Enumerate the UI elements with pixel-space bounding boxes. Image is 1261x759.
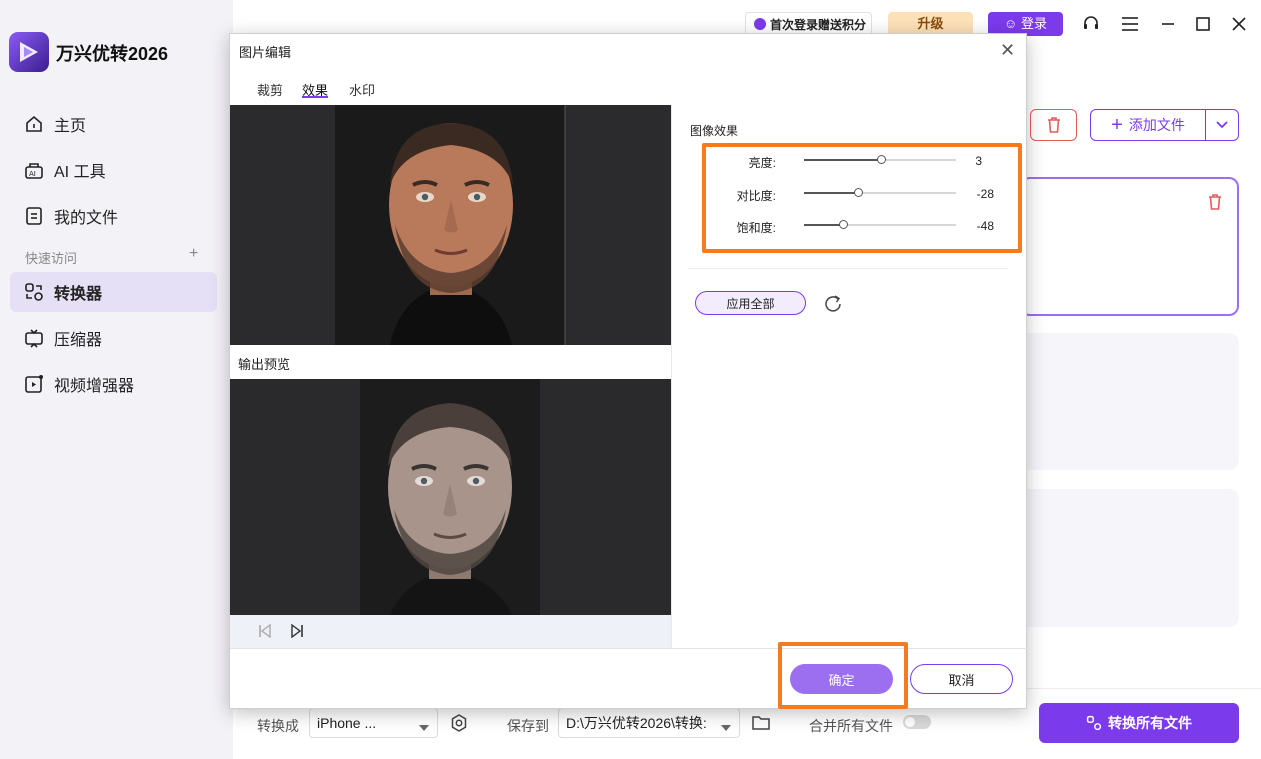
caret-down-icon xyxy=(419,718,429,734)
sidebar-item-label: 视频增强器 xyxy=(54,378,135,395)
highlight-sliders-box xyxy=(702,143,1022,253)
sidebar-item-my-files[interactable]: 我的文件 xyxy=(10,196,217,236)
divider xyxy=(688,268,1008,269)
close-icon[interactable]: ✕ xyxy=(1000,40,1015,61)
user-icon: ☺ xyxy=(1004,16,1018,31)
sidebar-item-label: 主页 xyxy=(54,118,87,135)
file-card[interactable] xyxy=(1020,333,1239,470)
add-file-label: 添加文件 xyxy=(1128,117,1185,133)
output-format-select[interactable]: iPhone ... xyxy=(309,708,438,738)
reset-icon[interactable] xyxy=(823,293,843,313)
delete-all-button[interactable] xyxy=(1030,109,1077,141)
save-path-value: D:\万兴优转2026\转换: xyxy=(566,715,707,731)
sidebar-item-label: AI 工具 xyxy=(54,164,106,181)
add-file-button[interactable]: + 添加文件 xyxy=(1090,109,1239,141)
chevron-down-icon[interactable] xyxy=(1206,110,1238,140)
image-effects-title: 图像效果 xyxy=(690,124,739,138)
preview-nav-bar xyxy=(230,615,671,648)
close-window-icon[interactable] xyxy=(1228,13,1250,35)
dialog-title: 图片编辑 xyxy=(239,45,292,60)
convert-to-label: 转换成 xyxy=(257,718,299,734)
folder-icon[interactable] xyxy=(752,714,770,733)
minimize-icon[interactable] xyxy=(1157,13,1179,35)
svg-text:AI: AI xyxy=(29,170,36,178)
promo-icon xyxy=(754,18,766,30)
promo-label: 首次登录赠送积分 xyxy=(770,17,867,32)
next-icon[interactable] xyxy=(290,623,304,641)
merge-files-label: 合并所有文件 xyxy=(809,718,893,734)
app-title: 万兴优转2026 xyxy=(56,44,169,64)
convert-all-button[interactable]: 转换所有文件 xyxy=(1039,703,1239,743)
login-label: 登录 xyxy=(1020,16,1047,31)
save-path-select[interactable]: D:\万兴优转2026\转换: xyxy=(558,708,740,738)
settings-gear-icon[interactable] xyxy=(450,714,468,735)
maximize-icon[interactable] xyxy=(1192,13,1214,35)
apply-all-button[interactable]: 应用全部 xyxy=(695,291,806,315)
plus-icon: + xyxy=(1111,113,1123,136)
caret-down-icon xyxy=(717,718,731,734)
converter-icon xyxy=(23,281,45,303)
output-preview-label: 输出预览 xyxy=(238,357,291,372)
output-preview-image xyxy=(230,379,671,615)
save-to-label: 保存到 xyxy=(507,718,549,734)
trash-icon xyxy=(1047,117,1060,133)
sidebar-item-compressor[interactable]: 压缩器 xyxy=(10,318,217,358)
sidebar-item-label: 我的文件 xyxy=(54,210,119,227)
cancel-button[interactable]: 取消 xyxy=(910,664,1013,694)
tab-watermark[interactable]: 水印 xyxy=(349,80,375,99)
tab-crop[interactable]: 裁剪 xyxy=(257,80,283,99)
quick-access-label: 快速访问 xyxy=(25,251,78,266)
support-headset-icon[interactable] xyxy=(1080,13,1102,35)
convert-all-label: 转换所有文件 xyxy=(1108,715,1192,731)
file-card-selected[interactable] xyxy=(1020,177,1239,316)
sidebar-item-ai-tools[interactable]: AI AI 工具 xyxy=(10,150,217,190)
ai-tools-icon: AI xyxy=(23,159,45,181)
sidebar-item-video-enhancer[interactable]: 视频增强器 xyxy=(10,364,217,404)
home-icon xyxy=(23,113,45,135)
previous-icon[interactable] xyxy=(258,623,272,641)
trash-icon[interactable] xyxy=(1207,193,1223,214)
file-card[interactable] xyxy=(1020,489,1239,627)
image-edit-dialog: 图片编辑 ✕ 裁剪 效果 水印 输出预览 图像效果 亮度: 3 对比度: -28… xyxy=(229,33,1027,709)
sidebar-item-label: 转换器 xyxy=(54,286,103,303)
output-format-value: iPhone ... xyxy=(317,715,377,731)
add-quick-access-icon[interactable]: + xyxy=(189,245,198,263)
highlight-ok-box xyxy=(778,642,908,709)
merge-files-toggle[interactable] xyxy=(903,715,931,729)
sidebar-item-label: 压缩器 xyxy=(54,332,103,349)
my-files-icon xyxy=(23,205,45,227)
sidebar: 万兴优转2026 主页 AI AI 工具 我的文件 快速访问 + 转换器 压缩器… xyxy=(0,0,233,759)
converter-icon xyxy=(1086,715,1102,731)
compressor-icon xyxy=(23,327,45,349)
app-logo-icon xyxy=(9,32,49,72)
video-enhancer-icon xyxy=(23,373,45,395)
original-image xyxy=(230,105,671,345)
sidebar-item-home[interactable]: 主页 xyxy=(10,104,217,144)
active-tab-indicator xyxy=(302,96,328,98)
sidebar-item-converter[interactable]: 转换器 xyxy=(10,272,217,312)
menu-icon[interactable] xyxy=(1119,13,1141,35)
